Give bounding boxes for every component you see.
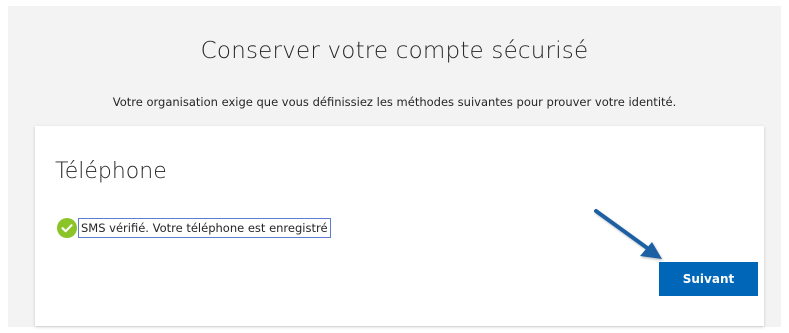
arrow-icon: [594, 209, 662, 259]
card-title: Téléphone: [55, 159, 167, 184]
status-message: SMS vérifié. Votre téléphone est enregis…: [78, 218, 331, 238]
setup-page: Conserver votre compte sécurisé Votre or…: [8, 6, 781, 327]
next-button[interactable]: Suivant: [659, 262, 758, 296]
page-title: Conserver votre compte sécurisé: [200, 38, 589, 64]
phone-method-card: Téléphone SMS vérifié. Votre téléphone e…: [35, 126, 764, 326]
page-subtitle: Votre organisation exige que vous défini…: [112, 95, 677, 109]
verification-status: SMS vérifié. Votre téléphone est enregis…: [57, 218, 331, 238]
check-circle-icon: [57, 218, 77, 238]
